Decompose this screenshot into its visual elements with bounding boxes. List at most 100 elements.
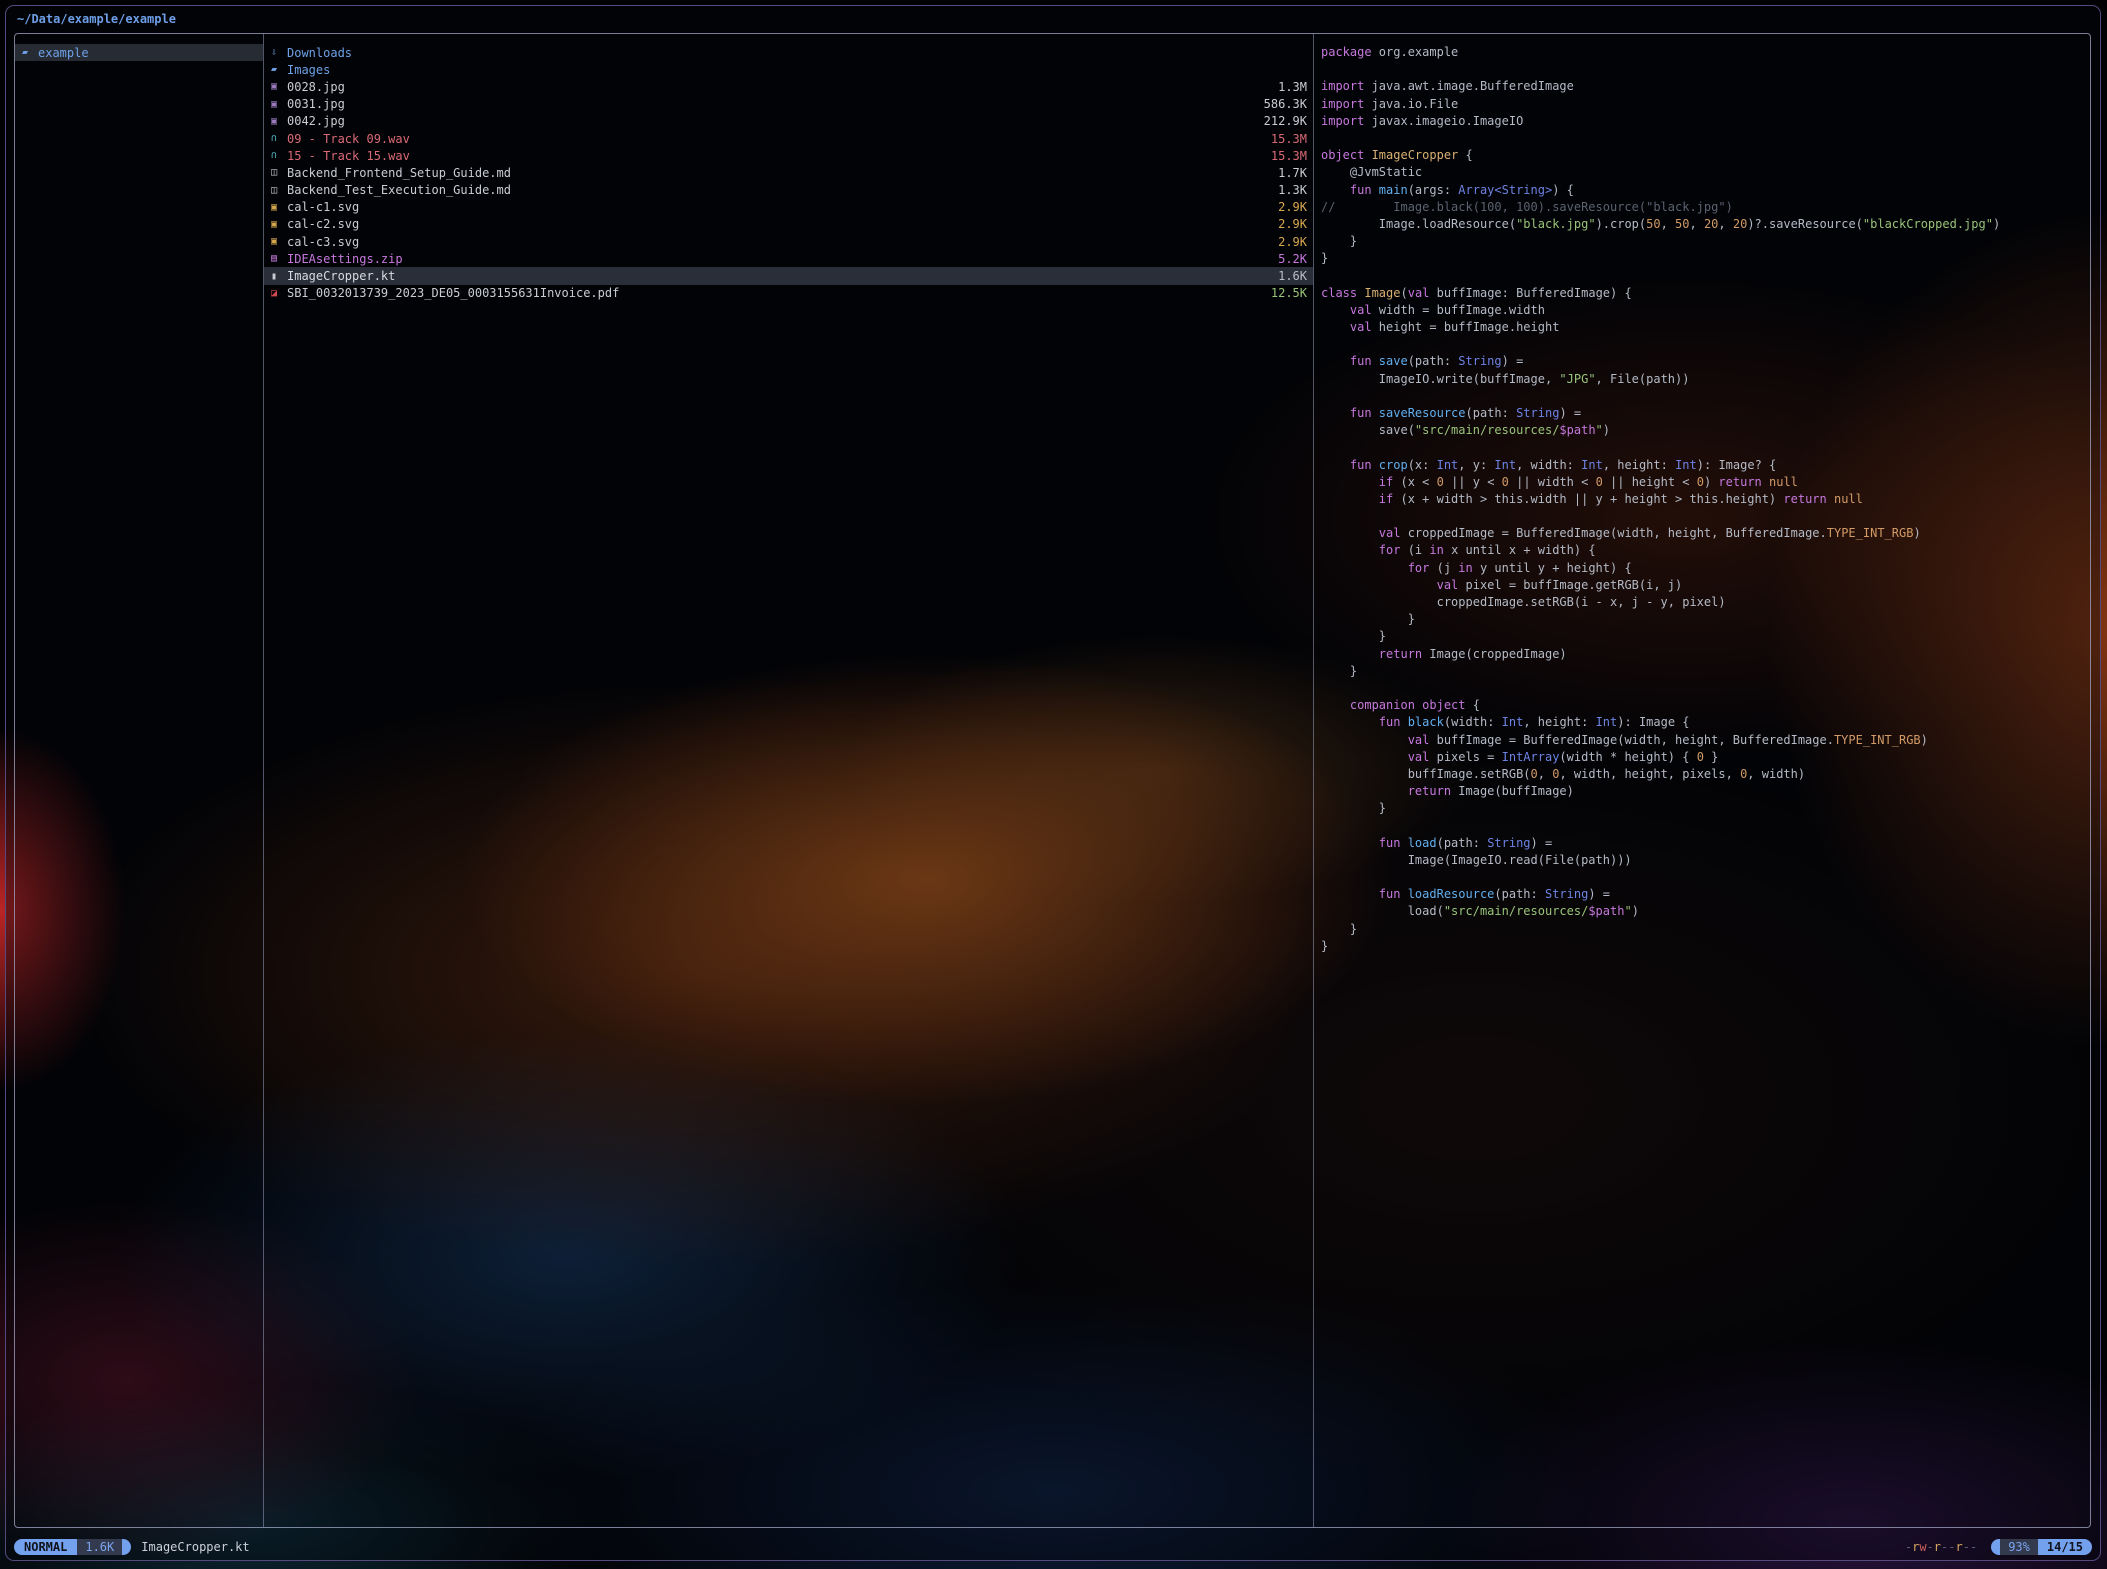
code-line: } [1321,800,2086,817]
code-line: } [1321,921,2086,938]
code-line: val pixels = IntArray(width * height) { … [1321,749,2086,766]
file-name: cal-c2.svg [287,217,359,231]
code-line: fun main(args: Array<String>) { [1321,182,2086,199]
audio-icon: ∩ [271,133,287,144]
markdown-icon: ◫ [271,167,287,178]
file-size-indicator: 1.6K [77,1539,122,1555]
code-line [1321,508,2086,525]
file-row[interactable]: ⇩Downloads [264,44,1313,61]
code-line: companion object { [1321,697,2086,714]
file-row[interactable]: ▤IDEAsettings.zip5.2K [264,250,1313,267]
file-name: 15 - Track 15.wav [287,149,410,163]
audio-icon: ∩ [271,150,287,161]
parent-dir-row[interactable]: ▰example [15,44,263,61]
code-line: @JvmStatic [1321,164,2086,181]
downloads-icon: ⇩ [271,47,287,58]
code-line: // Image.black(100, 100).saveResource("b… [1321,199,2086,216]
code-line: class Image(val buffImage: BufferedImage… [1321,285,2086,302]
file-row[interactable]: ▮ImageCropper.kt 1.6K [264,267,1313,284]
preview-pane: package org.example import java.awt.imag… [1314,34,2090,1527]
parent-file-list: ▰example [15,34,263,61]
file-size: 2.9K [1268,235,1307,249]
pdf-icon: ◪ [271,288,287,299]
code-line: croppedImage.setRGB(i - x, j - y, pixel) [1321,594,2086,611]
file-row[interactable]: ◫Backend_Frontend_Setup_Guide.md 1.7K [264,164,1313,181]
code-line: Image.loadResource("black.jpg").crop(50,… [1321,216,2086,233]
file-size: 12.5K [1261,286,1307,300]
image-icon: ▣ [271,202,287,213]
image-icon: ▣ [271,219,287,230]
file-row[interactable]: ▣cal-c1.svg2.9K [264,199,1313,216]
image-icon: ▣ [271,236,287,247]
code-line [1321,336,2086,353]
code-line: fun crop(x: Int, y: Int, width: Int, hei… [1321,457,2086,474]
file-name: ImageCropper.kt [287,269,395,283]
file-row[interactable]: ◪SBI_0032013739_2023_DE05_0003155631Invo… [264,285,1313,302]
folder-icon: ▰ [22,47,38,58]
code-line: for (i in x until x + width) { [1321,542,2086,559]
status-bar: NORMAL 1.6K ImageCropper.kt -rw-r--r-- 9… [14,1538,2092,1555]
image-icon: ▣ [271,99,287,110]
status-bar-left: NORMAL 1.6K ImageCropper.kt [14,1539,250,1555]
current-pane: ⇩Downloads▰Images▣0028.jpg1.3M▣0031.jpg5… [264,34,1314,1527]
file-size: 1.7K [1268,166,1307,180]
file-name: Images [287,63,330,77]
code-line: fun save(path: String) = [1321,353,2086,370]
file-name: Downloads [287,46,352,60]
file-name: Backend_Frontend_Setup_Guide.md [287,166,511,180]
code-line: fun saveResource(path: String) = [1321,405,2086,422]
file-row[interactable]: ▣cal-c2.svg 2.9K [264,216,1313,233]
code-line: } [1321,233,2086,250]
file-row[interactable]: ▣cal-c3.svg2.9K [264,233,1313,250]
code-line [1321,869,2086,886]
code-line: if (x < 0 || y < 0 || width < 0 || heigh… [1321,474,2086,491]
code-line: } [1321,628,2086,645]
image-icon: ▣ [271,116,287,127]
code-line: ImageIO.write(buffImage, "JPG", File(pat… [1321,371,2086,388]
code-line [1321,61,2086,78]
code-line: return Image(buffImage) [1321,783,2086,800]
current-file-list: ⇩Downloads▰Images▣0028.jpg1.3M▣0031.jpg5… [264,34,1313,302]
file-size: 586.3K [1254,97,1307,111]
code-line: return Image(croppedImage) [1321,646,2086,663]
file-size: 1.3M [1268,80,1307,94]
code-line: package org.example [1321,44,2086,61]
scroll-percent: 93% [2000,1539,2038,1555]
code-line: val width = buffImage.width [1321,302,2086,319]
code-line: } [1321,611,2086,628]
file-row[interactable]: ▣0042.jpg212.9K [264,113,1313,130]
archive-icon: ▤ [271,253,287,264]
status-filename: ImageCropper.kt [141,1540,249,1554]
file-name: example [38,46,89,60]
code-line: load("src/main/resources/$path") [1321,903,2086,920]
file-size: 212.9K [1254,114,1307,128]
file-name: 0028.jpg [287,80,345,94]
file-size: 5.2K [1268,252,1307,266]
code-file-icon: ▮ [271,271,287,282]
code-line: save("src/main/resources/$path") [1321,422,2086,439]
file-size: 2.9K [1268,217,1307,231]
code-line [1321,817,2086,834]
image-icon: ▣ [271,81,287,92]
file-name: Backend_Test_Execution_Guide.md [287,183,511,197]
file-size: 15.3M [1261,132,1307,146]
code-line: object ImageCropper { [1321,147,2086,164]
file-name: cal-c1.svg [287,200,359,214]
code-line: fun load(path: String) = [1321,835,2086,852]
powerline-right-cap-icon [122,1539,131,1555]
code-line: } [1321,250,2086,267]
code-line: val height = buffImage.height [1321,319,2086,336]
code-line [1321,680,2086,697]
file-row[interactable]: ▣0031.jpg586.3K [264,96,1313,113]
file-row[interactable]: ∩09 - Track 09.wav15.3M [264,130,1313,147]
file-name: SBI_0032013739_2023_DE05_0003155631Invoi… [287,286,619,300]
code-line: buffImage.setRGB(0, 0, width, height, pi… [1321,766,2086,783]
file-row[interactable]: ▣0028.jpg 1.3M [264,78,1313,95]
file-row[interactable]: ◫Backend_Test_Execution_Guide.md1.3K [264,182,1313,199]
code-line [1321,130,2086,147]
file-size: 15.3M [1261,149,1307,163]
file-row[interactable]: ∩15 - Track 15.wav 15.3M [264,147,1313,164]
code-line: } [1321,663,2086,680]
file-row[interactable]: ▰Images [264,61,1313,78]
file-size: 1.6K [1268,269,1307,283]
